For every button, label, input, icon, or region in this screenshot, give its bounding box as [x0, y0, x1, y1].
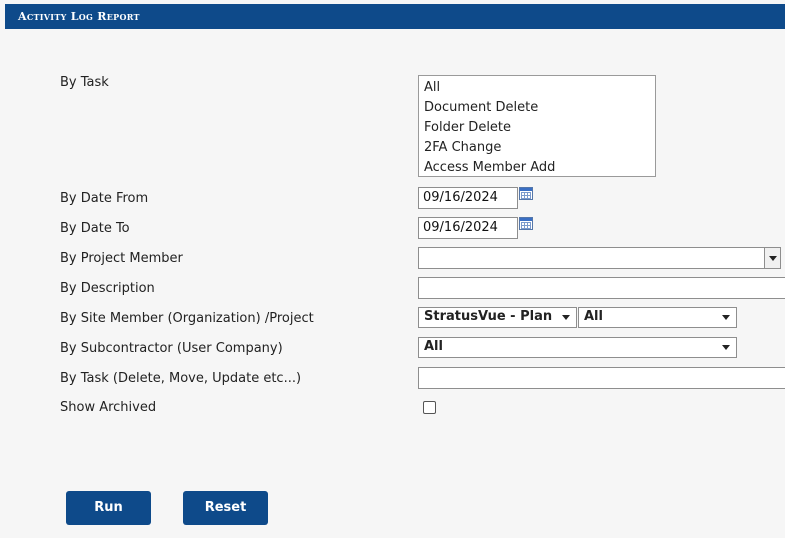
task-option-document-delete[interactable]: Document Delete	[419, 98, 655, 118]
date-from-label: By Date From	[60, 191, 149, 206]
task-option-access-member-add[interactable]: Access Member Add	[419, 158, 655, 176]
task-option-all[interactable]: All	[419, 78, 655, 98]
task-option-2fa-change[interactable]: 2FA Change	[419, 138, 655, 158]
chevron-down-icon	[722, 345, 730, 350]
subcontractor-select[interactable]: All	[418, 337, 737, 358]
show-archived-label: Show Archived	[60, 400, 157, 415]
task-filter-label: By Task (Delete, Move, Update etc...)	[60, 371, 302, 386]
task-listbox[interactable]: All Document Delete Folder Delete 2FA Ch…	[418, 75, 656, 177]
report-header: Activity Log Report	[5, 4, 785, 29]
project-selected-value: All	[584, 309, 603, 324]
chevron-down-icon	[769, 256, 777, 261]
run-button[interactable]: Run	[66, 491, 151, 525]
reset-button[interactable]: Reset	[183, 491, 268, 525]
site-member-label: By Site Member (Organization) /Project	[60, 311, 314, 326]
chevron-down-icon	[562, 315, 570, 320]
chevron-down-icon	[722, 315, 730, 320]
task-option-folder-delete[interactable]: Folder Delete	[419, 118, 655, 138]
subcontractor-selected-value: All	[424, 339, 443, 354]
date-to-input[interactable]: 09/16/2024	[418, 217, 518, 239]
project-select[interactable]: All	[578, 307, 737, 328]
description-input[interactable]	[418, 277, 785, 299]
task-filter-input[interactable]	[418, 367, 785, 389]
project-member-dropdown-button[interactable]	[764, 247, 781, 269]
project-member-label: By Project Member	[60, 251, 183, 266]
organization-select[interactable]: StratusVue - Plans and Specs	[418, 307, 577, 328]
project-member-combobox[interactable]	[418, 247, 781, 269]
show-archived-checkbox[interactable]	[423, 401, 436, 414]
organization-selected-value: StratusVue - Plans and Specs	[424, 309, 552, 324]
calendar-icon[interactable]	[519, 187, 533, 200]
subcontractor-label: By Subcontractor (User Company)	[60, 341, 283, 356]
description-label: By Description	[60, 281, 155, 296]
by-task-label: By Task	[60, 75, 109, 90]
date-to-label: By Date To	[60, 221, 130, 236]
page-title: Activity Log Report	[18, 10, 140, 23]
calendar-icon[interactable]	[519, 217, 533, 230]
date-from-input[interactable]: 09/16/2024	[418, 187, 518, 209]
